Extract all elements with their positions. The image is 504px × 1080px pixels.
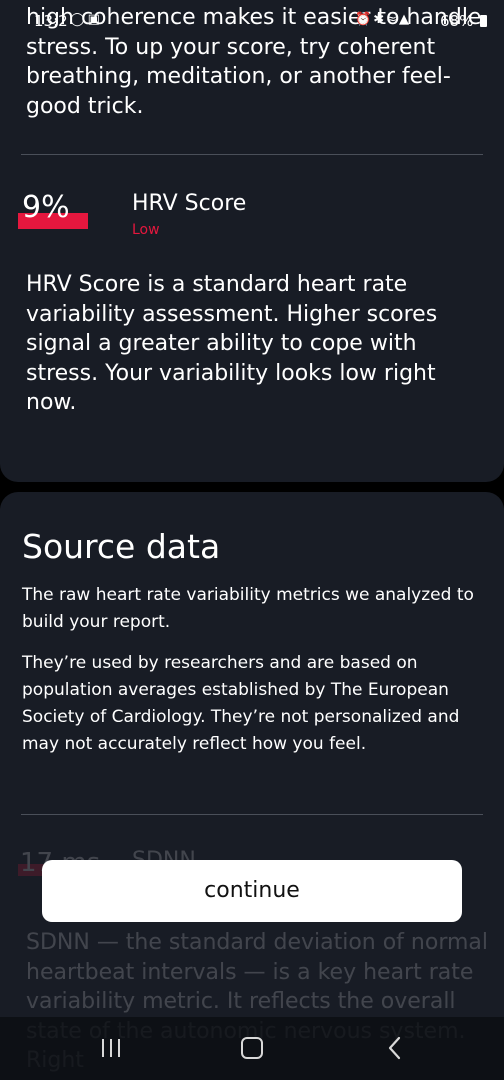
screen: high coherence makes it easier to handle…: [0, 0, 504, 1080]
status-time: 13:2: [34, 12, 68, 30]
divider: [21, 154, 483, 155]
gallery-icon: ▣: [87, 12, 103, 27]
hrv-score-title: HRV Score: [132, 191, 247, 216]
status-icons-right: ⏰✱≈▲: [355, 12, 411, 27]
hrv-score-level: Low: [132, 222, 160, 238]
status-bar: 13:2 ◯▣ ⏰✱≈▲ 68%: [0, 0, 504, 40]
top-card: high coherence makes it easier to handle…: [0, 0, 504, 482]
source-data-paragraph-2: They’re used by researchers and are base…: [22, 653, 460, 754]
hrv-description: HRV Score is a standard heart rate varia…: [26, 272, 438, 415]
hrv-score-value: 9%: [22, 190, 70, 225]
source-data-title: Source data: [22, 527, 221, 566]
continue-button[interactable]: continue: [42, 860, 462, 922]
wifi-icon: ≈: [386, 12, 399, 27]
battery-icon: [480, 15, 487, 27]
bluetooth-icon: ✱: [373, 12, 387, 27]
recents-icon[interactable]: [100, 1037, 122, 1059]
signal-icon: ▲: [399, 12, 411, 27]
divider: [21, 814, 483, 815]
status-icons-left: ◯▣: [70, 12, 103, 27]
home-icon[interactable]: [241, 1037, 263, 1059]
alarm-icon: ⏰: [355, 12, 374, 27]
bike-icon: ◯: [70, 12, 88, 27]
navigation-bar: [0, 1017, 504, 1080]
source-data-paragraph-1: The raw heart rate variability metrics w…: [22, 585, 474, 632]
back-icon[interactable]: [384, 1035, 408, 1061]
battery-percent: 68%: [440, 12, 474, 30]
